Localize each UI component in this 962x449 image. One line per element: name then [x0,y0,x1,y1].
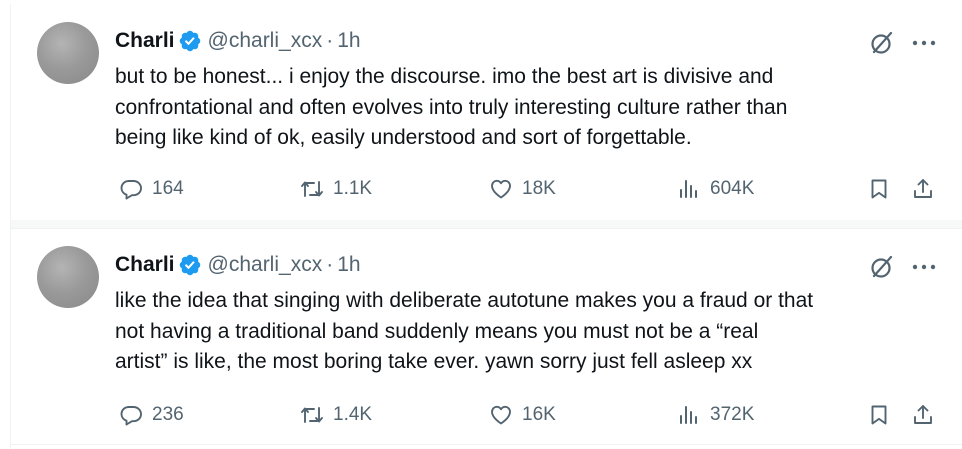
tweet-text-line: artist” is like, the most boring take ev… [115,350,753,373]
tweet-actions: 164 1.1K 18K 604K [115,174,951,204]
timeline: Charli @charli_xcx · 1h but to be honest… [10,4,962,449]
avatar[interactable] [37,22,99,84]
grok-icon[interactable] [869,30,895,56]
repost-count: 1.1K [333,178,373,199]
bookmark-icon [871,405,887,425]
share-icon [914,405,932,424]
tweet-header: Charli @charli_xcx · 1h [115,26,361,56]
tweet[interactable]: Charli @charli_xcx · 1h but to be honest… [11,4,962,221]
views-count: 604K [710,178,755,199]
avatar[interactable] [37,246,99,308]
tweet-text: like the idea that singing with delibera… [115,286,945,378]
views-button[interactable]: 604K [677,174,754,204]
repost-icon [301,407,323,423]
repost-button[interactable]: 1.4K [300,400,372,430]
reply-button[interactable]: 236 [119,400,184,430]
tweet[interactable]: Charli @charli_xcx · 1h like the idea th… [11,228,962,445]
share-button[interactable] [911,174,935,204]
grok-icon[interactable] [869,254,895,280]
repost-count: 1.4K [333,404,373,425]
tweet-text-line: like the idea that singing with delibera… [115,289,814,312]
tweet-actions: 236 1.4K 16K 372K [115,400,951,430]
display-name[interactable]: Charli [115,29,175,53]
bookmark-icon [871,179,887,199]
views-icon [680,406,697,424]
share-button[interactable] [911,400,935,430]
like-count: 16K [522,404,556,425]
user-handle[interactable]: @charli_xcx [208,253,323,277]
repost-button[interactable]: 1.1K [300,174,372,204]
views-count: 372K [710,404,755,425]
like-icon [491,405,511,425]
verified-badge-icon[interactable] [178,253,202,277]
like-button[interactable]: 18K [489,174,556,204]
reply-count: 164 [152,178,184,199]
reply-icon [120,180,142,200]
user-handle[interactable]: @charli_xcx [208,29,323,53]
separator-dot: · [326,253,334,276]
verified-badge-icon[interactable] [178,29,202,53]
tweet-text-line: but to be honest... i enjoy the discours… [115,65,774,88]
bookmark-button[interactable] [867,174,891,204]
reply-count: 236 [152,404,184,425]
tweet-text-line: being like kind of ok, easily understood… [115,126,692,149]
share-icon [914,179,932,198]
tweet-text-line: not having a traditional band suddenly m… [115,319,759,343]
like-icon [491,179,511,199]
like-count: 18K [522,178,556,199]
reply-button[interactable]: 164 [119,174,184,204]
more-icon[interactable] [909,254,939,280]
display-name[interactable]: Charli [115,253,175,277]
bookmark-button[interactable] [867,400,891,430]
views-icon [680,180,697,198]
repost-icon [301,181,323,197]
tweet-header: Charli @charli_xcx · 1h [115,250,361,280]
more-icon[interactable] [909,30,939,56]
timestamp[interactable]: 1h [337,253,360,277]
tweet-text: but to be honest... i enjoy the discours… [115,62,945,154]
reply-icon [120,406,142,426]
timestamp[interactable]: 1h [337,29,360,53]
tweet-text-line: confrontational and often evolves into t… [115,95,788,119]
separator-dot: · [326,29,334,52]
like-button[interactable]: 16K [489,400,556,430]
views-button[interactable]: 372K [677,400,754,430]
